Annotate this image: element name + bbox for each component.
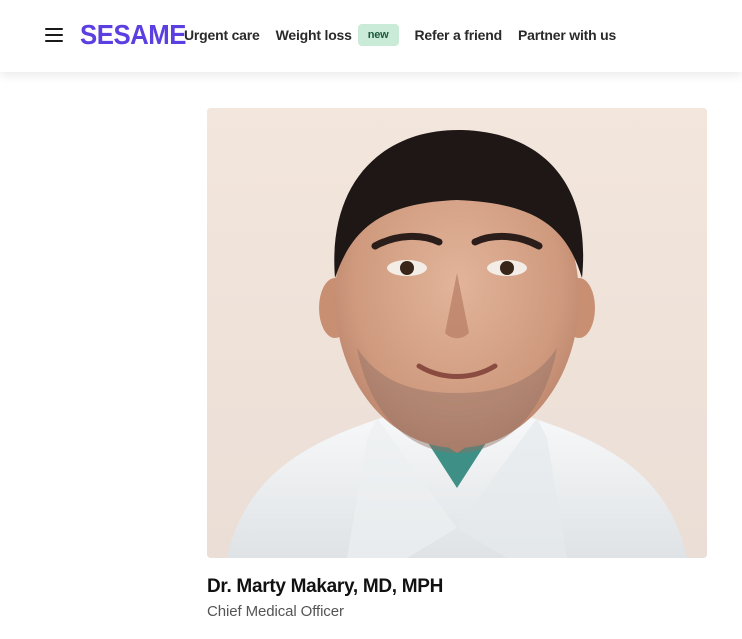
hamburger-menu-icon[interactable] — [44, 26, 64, 44]
doctor-photo-card — [207, 108, 707, 558]
sesame-logo[interactable]: SESAME — [80, 19, 186, 51]
nav-urgent-care-label: Urgent care — [184, 27, 260, 43]
nav-partner-with-us[interactable]: Partner with us — [518, 27, 616, 43]
new-badge: new — [357, 24, 399, 46]
main-nav: Urgent care Weight loss new Refer a frie… — [184, 22, 616, 48]
top-navigation-bar: SESAME Urgent care Weight loss new Refer… — [0, 0, 742, 72]
nav-refer-a-friend[interactable]: Refer a friend — [414, 27, 503, 43]
nav-weight-loss[interactable]: Weight loss new — [276, 24, 399, 46]
doctor-name: Dr. Marty Makary, MD, MPH — [207, 576, 444, 597]
doctor-role: Chief Medical Officer — [207, 603, 344, 620]
nav-weight-loss-label: Weight loss — [275, 27, 352, 43]
doctor-portrait-image — [207, 108, 707, 558]
nav-partner-with-us-label: Partner with us — [517, 27, 617, 43]
nav-refer-a-friend-label: Refer a friend — [414, 27, 503, 43]
nav-urgent-care[interactable]: Urgent care — [184, 27, 260, 43]
